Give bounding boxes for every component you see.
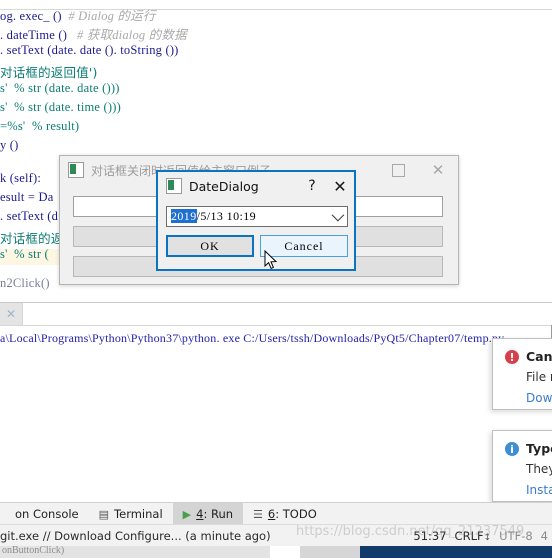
code-comment: # Dialog 的运行 [61,9,156,23]
tool-button-todo[interactable]: ☰ 6: TODO [243,503,327,525]
code-text: 对话框的返 [0,231,64,246]
datetime-rest: /5/13 10:19 [196,209,257,223]
notification-title: Type hint [526,441,552,456]
notification-body: They are n [526,462,552,476]
code-line: =%s' % result) [0,119,79,134]
code-line: 对话框的返 [0,228,64,247]
cancel-button[interactable]: Cancel [260,235,348,257]
datetime-dropdown-arrow[interactable] [331,207,345,226]
taskbar-ghost-text: onButtonClick) [2,546,65,556]
tool-button-run[interactable]: ▶ 4: Run [172,503,244,525]
notification-action-link[interactable]: Install 'PyQ [526,483,552,497]
date-dialog-titlebar[interactable]: DateDialog ? ✕ [158,172,354,200]
code-line: k (self): [0,171,41,186]
notification-title: Cannot R [526,349,552,364]
code-line: s' % str ( [0,247,49,262]
file-encoding[interactable]: UTF-8 [499,529,533,543]
indent-size[interactable]: 4 [541,529,548,543]
line-separator: CRLF↕ [454,529,492,543]
code-text: n2Click() [0,276,50,290]
datetime-edit-input[interactable]: 2019/5/13 10:19 [166,206,348,227]
code-text: =%s' % result) [0,119,80,133]
date-dialog-buttonbox: OK Cancel [166,235,348,257]
code-text: 对话框的返回值') [0,65,98,80]
code-text: s' % str (date. date ())) [0,81,120,95]
run-icon: ▶ [182,507,192,521]
maximize-button[interactable] [378,156,418,184]
taskbar-segment: onButtonClick) [0,546,270,558]
code-text: y () [0,138,19,152]
notification-header: i Type hint [505,441,552,456]
caret-position[interactable]: 51:37 [413,529,446,543]
qt-app-icon [68,162,84,178]
status-bar: git.exe // Download Configure... (a minu… [0,524,552,547]
code-text: esult = Da [0,190,54,204]
code-comment: # 获取dialog 的数据 [67,28,187,42]
tool-button-label: : TODO [275,507,317,521]
tool-button-python-console[interactable]: on Console [0,503,89,525]
code-text: k (self): [0,171,42,185]
code-line: y () [0,138,19,153]
notification-balloon-error[interactable]: ! Cannot R File not fo Download [492,338,552,410]
date-dialog-title: DateDialog [189,178,259,194]
taskbar-segment [300,546,360,558]
code-line: . setText (date. date (). toString ()) [0,43,179,58]
code-line: esult = Da [0,190,53,205]
close-icon: ✕ [431,160,445,179]
notification-header: ! Cannot R [505,349,552,364]
status-bar-right: 51:37 CRLF↕ UTF-8 4 [413,529,548,543]
code-text: . dateTime () [0,28,68,42]
error-circle-icon: ! [505,350,519,364]
ok-button[interactable]: OK [166,235,254,257]
tool-button-label: : Run [203,507,234,521]
taskbar-segment [270,546,300,558]
info-circle-icon: i [505,442,519,456]
close-button[interactable]: ✕ [418,156,458,184]
terminal-icon: ▤ [98,507,110,521]
run-tabbar: ✕ [0,303,552,326]
qt-app-icon [166,178,182,194]
code-text: s' % str (date. time ())) [0,100,121,114]
close-icon[interactable]: ✕ [326,172,354,200]
maximize-icon [391,163,405,177]
tool-button-label: on Console [15,507,79,521]
code-text: . setText (date. date (). toString ()) [0,43,179,57]
tool-button-terminal[interactable]: ▤ Terminal [89,503,173,525]
ide-screenshot: og. exec_ () # Dialog 的运行 . dateTime () … [0,0,552,558]
todo-icon: ☰ [253,507,263,521]
notification-action-link[interactable]: Download [526,391,552,405]
datetime-year-selected: 2019 [171,209,197,223]
code-text: og. exec_ () [0,9,62,23]
code-text: . setText (d [0,209,59,223]
tool-button-label: Terminal [114,507,163,521]
code-text: s' % str ( [0,247,49,261]
os-taskbar: onButtonClick) [0,546,552,558]
close-tab-button[interactable]: ✕ [0,303,22,325]
datetime-value: 2019/5/13 10:19 [171,209,256,224]
date-dialog-controls: ? ✕ [298,172,354,200]
taskbar-segment [360,546,552,558]
chevron-down-icon [331,208,345,222]
notification-body: File not fo [526,370,552,384]
console-output-line: a\Local\Programs\Python\Python37\python.… [0,331,505,345]
line-separator-chevron-icon: ↕ [483,533,492,543]
status-vcs-message[interactable]: git.exe // Download Configure... (a minu… [0,529,271,543]
code-line: . setText (d [0,209,58,224]
qt-window-controls: ✕ [378,156,458,184]
code-line: og. exec_ () # Dialog 的运行 [0,5,156,24]
code-line: . dateTime () # 获取dialog 的数据 [0,24,187,43]
run-tool-window: ✕ a\Local\Programs\Python\Python37\pytho… [0,302,552,503]
notification-balloon-info[interactable]: i Type hint They are n Install 'PyQ [492,430,552,502]
help-button[interactable]: ? [298,172,326,200]
run-tab-strip [22,303,552,325]
code-line: 对话框的返回值') [0,62,98,81]
code-line: s' % str (date. time ())) [0,100,121,115]
code-line: s' % str (date. date ())) [0,81,120,96]
tool-window-bar: on Console ▤ Terminal ▶ 4: Run ☰ 6: TODO [0,502,552,525]
code-line: n2Click() [0,276,50,291]
date-dialog[interactable]: DateDialog ? ✕ 2019/5/13 10:19 OK Cancel [156,170,356,271]
